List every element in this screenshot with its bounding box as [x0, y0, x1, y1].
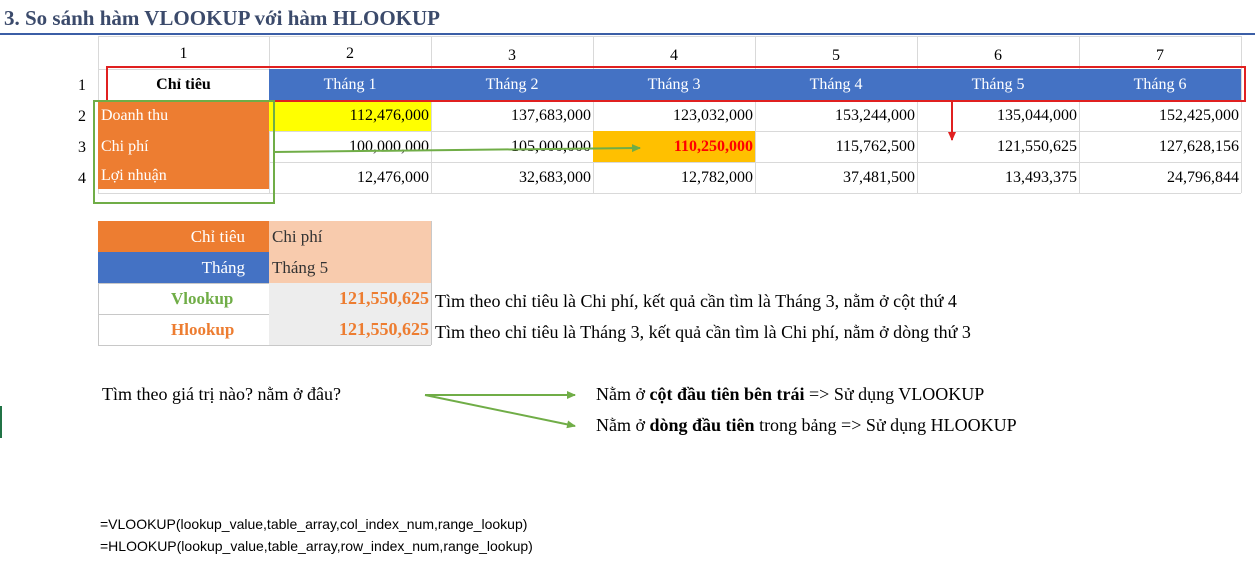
arrow-chi-phi-to-thang3 [272, 144, 641, 153]
annotation-arrows [272, 102, 956, 429]
arrow-to-hlookup [424, 394, 576, 429]
